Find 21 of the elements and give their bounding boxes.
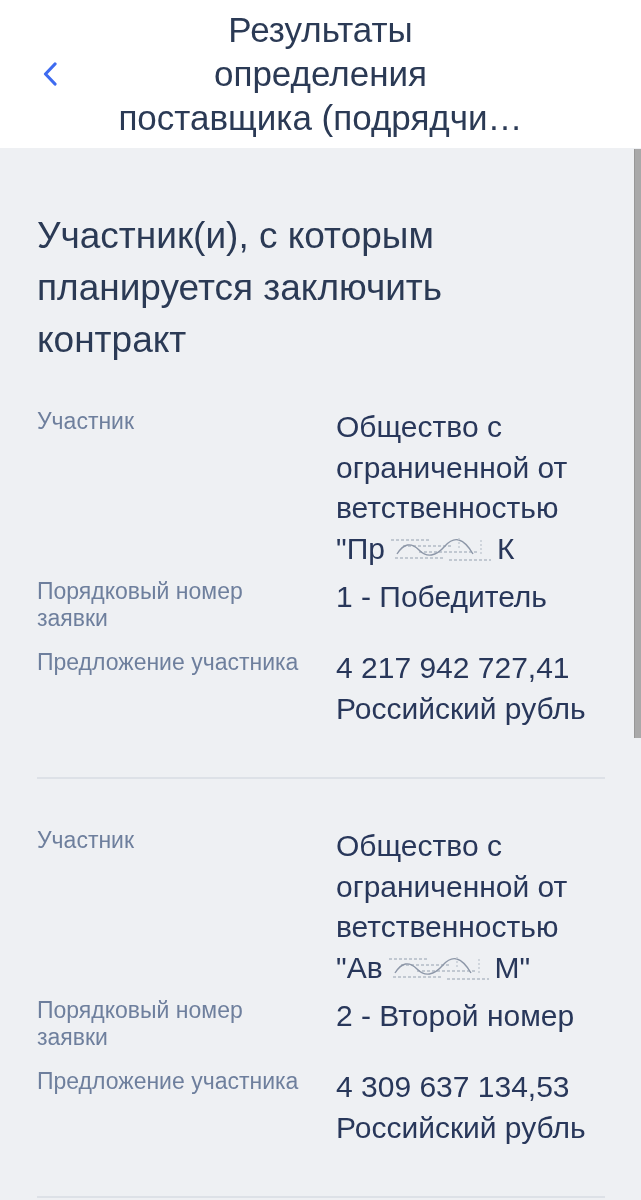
company-name-fragment: К [496, 530, 515, 567]
field-label: Участник [37, 826, 136, 855]
field-label: Предложение участника [37, 1067, 300, 1096]
company-name-fragment: "Ав [336, 949, 383, 986]
field-value: 2 - Второй номер [336, 998, 576, 1034]
company-name-fragment: М" [494, 949, 531, 986]
field-label: Порядковый номер заявки [37, 996, 244, 1052]
company-name-fragment: "Пр [336, 530, 385, 567]
section-heading: Участник(и), с которым планируется заключить контракт [37, 214, 444, 362]
chevron-left-icon [43, 62, 57, 86]
field-value: 1 - Победитель [336, 579, 548, 615]
field-value: Общество с ограниченной ответственностью [336, 828, 569, 945]
field-value: 4 217 942 727,41 Российский рубль [336, 650, 587, 727]
field-label: Порядковый номер заявки [37, 577, 244, 633]
field-value: 4 309 637 134,53 Российский рубль [336, 1069, 587, 1146]
back-button[interactable] [43, 62, 57, 86]
field-label: Участник [37, 407, 136, 436]
scrollbar-thumb[interactable] [634, 149, 641, 738]
field-value: Общество с ограниченной ответственностью [336, 409, 569, 526]
page-title: Результаты определения поставщика (подрядчи… [117, 9, 524, 139]
field-label: Предложение участника [37, 648, 300, 677]
